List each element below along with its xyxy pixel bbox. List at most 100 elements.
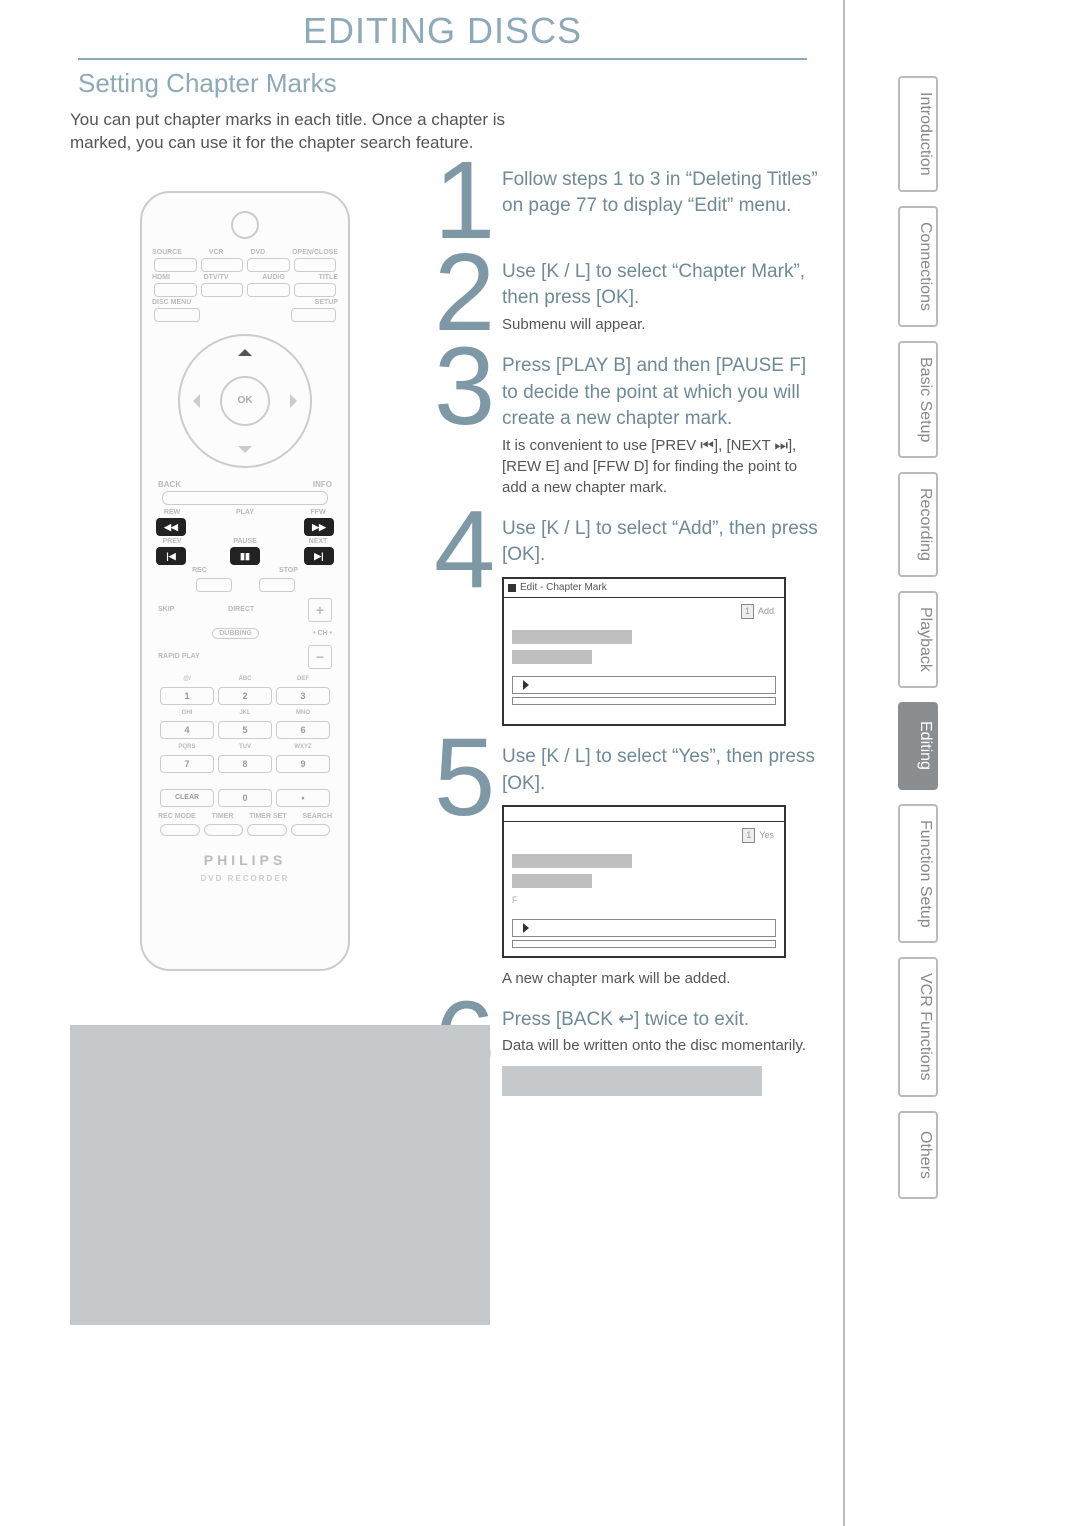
label: SETUP bbox=[315, 299, 338, 306]
label: REC MODE bbox=[158, 813, 196, 820]
left-column: SOURCEVCRDVDOPEN/CLOSE HDMIDTV/TVAUDIOTI… bbox=[60, 161, 430, 971]
remote-button bbox=[160, 824, 200, 836]
num-button: 6 bbox=[276, 721, 330, 739]
step-4: 4 Use [K / L] to select “Add”, then pres… bbox=[434, 510, 825, 726]
tab-introduction[interactable]: Introduction bbox=[898, 76, 938, 192]
label: DISC MENU bbox=[152, 299, 191, 306]
step-text: Press [PLAY B] and then [PAUSE F] to dec… bbox=[502, 353, 825, 433]
label: JKL bbox=[218, 709, 272, 717]
tab-vcr-functions[interactable]: VCR Functions bbox=[898, 957, 938, 1097]
label: TIMER SET bbox=[249, 813, 286, 820]
rec-button bbox=[196, 578, 232, 592]
num-button: 4 bbox=[160, 721, 214, 739]
tab-basic-setup[interactable]: Basic Setup bbox=[898, 341, 938, 458]
label: TIMER bbox=[212, 813, 234, 820]
step-note: Data will be written onto the disc momen… bbox=[502, 1035, 806, 1056]
label: FFW bbox=[302, 509, 334, 516]
ffw-button: ▶▶ bbox=[304, 518, 334, 536]
remote-button bbox=[294, 283, 337, 297]
remote-button bbox=[291, 308, 337, 322]
remote-button bbox=[154, 258, 197, 272]
label: RAPID PLAY bbox=[158, 653, 200, 660]
label: PQRS bbox=[160, 743, 214, 751]
num-button: CLEAR bbox=[160, 789, 214, 807]
step-text: Use [K / L] to select “Chapter Mark”, th… bbox=[502, 259, 825, 312]
num-button: 0 bbox=[218, 789, 272, 807]
tab-others[interactable]: Others bbox=[898, 1111, 938, 1199]
screen-option: Yes bbox=[759, 830, 774, 840]
section-heading: Setting Chapter Marks bbox=[78, 68, 825, 99]
two-column-layout: SOURCEVCRDVDOPEN/CLOSE HDMIDTV/TVAUDIOTI… bbox=[60, 161, 825, 1109]
step-text: Follow steps 1 to 3 in “Deleting Titles”… bbox=[502, 167, 825, 220]
label: PAUSE bbox=[229, 538, 261, 545]
label: SEARCH bbox=[302, 813, 332, 820]
step-text: Press [BACK ↩] twice to exit. bbox=[502, 1007, 806, 1034]
step-number: 3 bbox=[434, 347, 494, 427]
label: OPEN/CLOSE bbox=[292, 249, 338, 256]
step-note: A new chapter mark will be added. bbox=[502, 968, 825, 989]
label: BACK bbox=[158, 480, 181, 489]
pause-button: ▮▮ bbox=[230, 547, 260, 565]
selection-bar bbox=[512, 874, 592, 888]
arrow-right-icon bbox=[290, 394, 304, 408]
label: VCR bbox=[209, 249, 224, 256]
step-note: It is convenient to use [PREV ⏮], [NEXT … bbox=[502, 435, 825, 498]
label: DTV/TV bbox=[204, 274, 229, 281]
arrow-down-icon bbox=[238, 446, 252, 460]
step-1: 1 Follow steps 1 to 3 in “Deleting Title… bbox=[434, 161, 825, 241]
label: TITLE bbox=[319, 274, 338, 281]
tv-screen-illustration: 1Yes F bbox=[502, 805, 786, 958]
ok-button: OK bbox=[220, 376, 270, 426]
step-note: Submenu will appear. bbox=[502, 314, 825, 335]
label: STOP bbox=[279, 567, 298, 574]
remote-button bbox=[154, 283, 197, 297]
dpad: OK bbox=[178, 334, 312, 468]
tab-editing[interactable]: Editing bbox=[898, 702, 938, 790]
remote-button bbox=[154, 308, 200, 322]
square-icon bbox=[508, 584, 516, 592]
brand-logo: PHILIPS bbox=[152, 852, 338, 868]
screen-title: Edit - Chapter Mark bbox=[520, 581, 607, 595]
num-button: 1 bbox=[160, 687, 214, 705]
arrow-up-icon bbox=[238, 342, 252, 356]
side-tabs: Introduction Connections Basic Setup Record… bbox=[898, 76, 938, 1199]
label: • CH • bbox=[313, 630, 332, 637]
label: MNO bbox=[276, 709, 330, 717]
label: PREV bbox=[156, 538, 188, 545]
label: ABC bbox=[218, 675, 272, 683]
arrow-left-icon bbox=[186, 394, 200, 408]
step-number: 1 bbox=[434, 161, 494, 241]
next-button: ▶| bbox=[304, 547, 334, 565]
remote-button bbox=[247, 824, 287, 836]
rew-button: ◀◀ bbox=[156, 518, 186, 536]
num-button: 7 bbox=[160, 755, 214, 773]
num-button: 9 bbox=[276, 755, 330, 773]
screen-index: 1 bbox=[741, 604, 754, 619]
tab-connections[interactable]: Connections bbox=[898, 206, 938, 327]
label: DUBBING bbox=[212, 628, 259, 639]
steps-column: 1 Follow steps 1 to 3 in “Deleting Title… bbox=[430, 161, 825, 1109]
ch-up-button: + bbox=[308, 598, 332, 622]
label: HDMI bbox=[152, 274, 170, 281]
numpad: @/ABCDEF 123 GHIJKLMNO 456 PQRSTUVWXYZ 7… bbox=[160, 675, 330, 807]
step-text: Use [K / L] to select “Yes”, then press … bbox=[502, 744, 825, 797]
tab-recording[interactable]: Recording bbox=[898, 472, 938, 577]
label: GHI bbox=[160, 709, 214, 717]
step-3: 3 Press [PLAY B] and then [PAUSE F] to d… bbox=[434, 347, 825, 498]
timeline bbox=[512, 697, 776, 705]
label: SOURCE bbox=[152, 249, 182, 256]
tab-playback[interactable]: Playback bbox=[898, 591, 938, 688]
selection-bar bbox=[512, 630, 632, 644]
model-label: DVD RECORDER bbox=[152, 874, 338, 883]
step-number: 2 bbox=[434, 253, 494, 333]
remote-button bbox=[294, 258, 337, 272]
tab-function-setup[interactable]: Function Setup bbox=[898, 804, 938, 944]
label: REC bbox=[192, 567, 207, 574]
step-text: Use [K / L] to select “Add”, then press … bbox=[502, 516, 825, 569]
step-number: 5 bbox=[434, 738, 494, 818]
screen-option: Add bbox=[758, 606, 774, 616]
remote-button bbox=[162, 491, 328, 505]
num-button: 3 bbox=[276, 687, 330, 705]
selection-bar bbox=[512, 650, 592, 664]
label: INFO bbox=[313, 480, 332, 489]
